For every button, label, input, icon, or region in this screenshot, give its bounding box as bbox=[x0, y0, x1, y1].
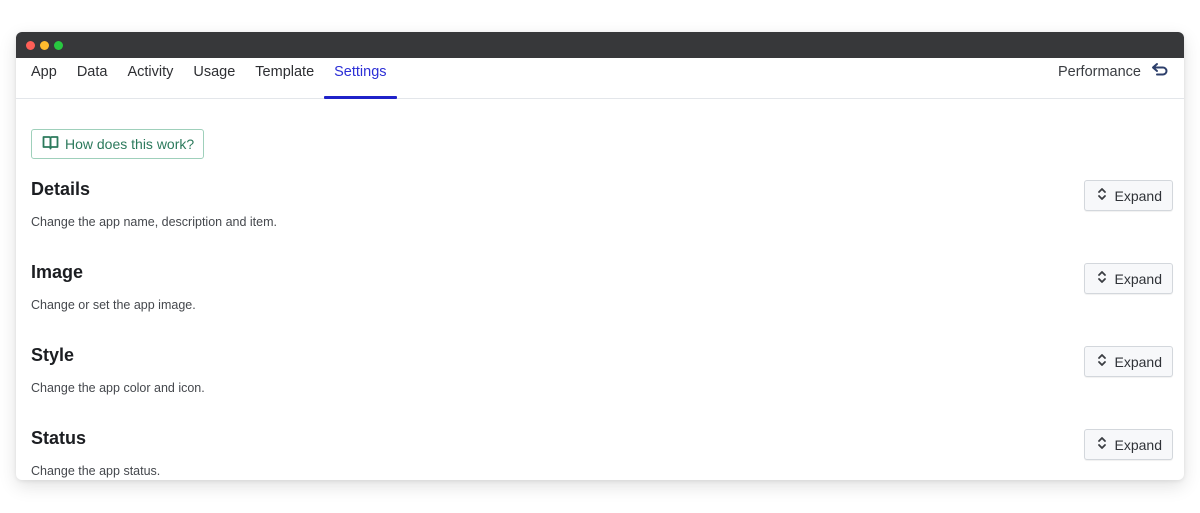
section-description: Change the app color and icon. bbox=[31, 381, 205, 395]
expand-image-button[interactable]: Expand bbox=[1083, 263, 1173, 294]
section-details: Details Change the app name, description… bbox=[31, 179, 1173, 262]
settings-content: How does this work? Details Change the a… bbox=[16, 99, 1184, 480]
tab-data[interactable]: Data bbox=[67, 58, 118, 98]
section-style: Style Change the app color and icon. Exp… bbox=[31, 345, 1173, 428]
section-status: Status Change the app status. Expand bbox=[31, 428, 1173, 480]
expand-style-button[interactable]: Expand bbox=[1083, 346, 1173, 377]
expand-label: Expand bbox=[1114, 353, 1162, 370]
tab-usage[interactable]: Usage bbox=[183, 58, 245, 98]
settings-sections: Details Change the app name, description… bbox=[31, 179, 1173, 480]
undo-arrow-icon bbox=[1151, 62, 1169, 82]
section-title: Image bbox=[31, 262, 84, 282]
section-description: Change or set the app image. bbox=[31, 298, 196, 312]
chevron-up-down-icon bbox=[1097, 436, 1107, 453]
section-description: Change the app status. bbox=[31, 464, 161, 478]
section-image: Image Change or set the app image. Expan… bbox=[31, 262, 1173, 345]
tab-list: App Data Activity Usage Template Setting… bbox=[31, 58, 397, 99]
section-description: Change the app name, description and ite… bbox=[31, 215, 277, 229]
maximize-window-button[interactable] bbox=[54, 40, 63, 50]
expand-status-button[interactable]: Expand bbox=[1083, 429, 1173, 460]
tab-app[interactable]: App bbox=[31, 58, 67, 98]
performance-label: Performance bbox=[1057, 64, 1141, 80]
expand-label: Expand bbox=[1114, 187, 1162, 204]
how-does-this-work-button[interactable]: How does this work? bbox=[31, 129, 205, 159]
how-does-this-work-label: How does this work? bbox=[65, 136, 195, 152]
section-title: Details bbox=[31, 179, 91, 199]
tab-activity[interactable]: Activity bbox=[117, 58, 183, 98]
tab-settings[interactable]: Settings bbox=[324, 58, 397, 99]
chevron-up-down-icon bbox=[1097, 270, 1107, 287]
section-title: Status bbox=[31, 428, 87, 448]
tab-template[interactable]: Template bbox=[245, 58, 324, 98]
close-window-button[interactable] bbox=[26, 40, 35, 50]
expand-label: Expand bbox=[1114, 270, 1162, 287]
section-title: Style bbox=[31, 345, 75, 365]
nav-bar: App Data Activity Usage Template Setting… bbox=[16, 58, 1184, 99]
minimize-window-button[interactable] bbox=[40, 40, 49, 50]
performance-link[interactable]: Performance bbox=[1058, 58, 1169, 98]
book-open-icon bbox=[42, 135, 59, 153]
chevron-up-down-icon bbox=[1097, 187, 1107, 204]
chevron-up-down-icon bbox=[1097, 353, 1107, 370]
expand-label: Expand bbox=[1114, 436, 1162, 453]
title-bar bbox=[16, 32, 1184, 58]
expand-details-button[interactable]: Expand bbox=[1083, 180, 1173, 211]
app-window: App Data Activity Usage Template Setting… bbox=[16, 32, 1184, 480]
